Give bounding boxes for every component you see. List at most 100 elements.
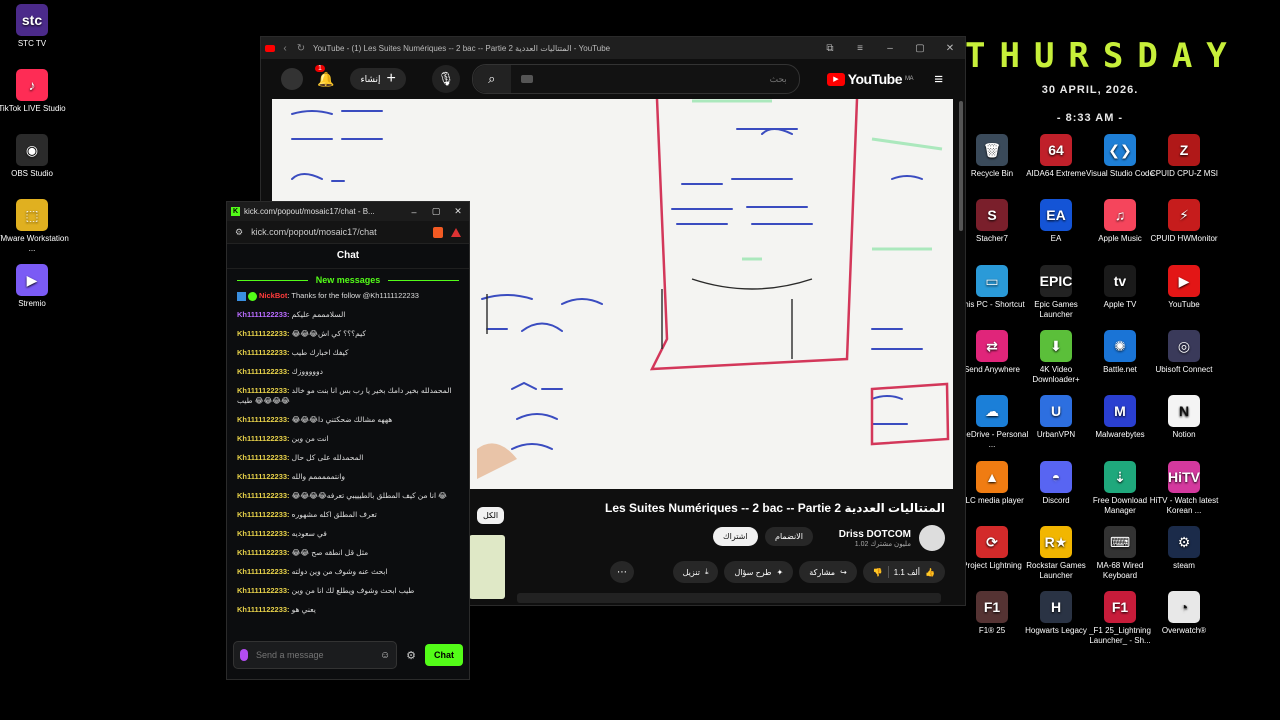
desktop-shortcut[interactable]: ✺ Battle.net	[1083, 329, 1157, 375]
related-video-thumbnail[interactable]	[469, 535, 505, 599]
desktop-shortcut[interactable]: ⇄ Send Anywhere	[955, 329, 1029, 375]
chat-username[interactable]: Kh1111122233:	[237, 586, 290, 595]
chat-username[interactable]: Kh1111122233:	[237, 329, 290, 338]
desktop-shortcut[interactable]: S Stacher7	[955, 199, 1029, 244]
chat-username[interactable]: Kh1111122233:	[237, 548, 290, 557]
desktop-shortcut[interactable]: ▲ VLC media player	[955, 460, 1029, 506]
share-icon[interactable]: ⧉	[815, 43, 845, 54]
desktop-shortcut[interactable]: EPIC Epic Games Launcher	[1019, 264, 1093, 320]
chat-username[interactable]: Kh1111122233:	[237, 348, 290, 357]
close-button[interactable]: ✕	[935, 43, 965, 54]
chat-username[interactable]: Kh1111122233:	[237, 367, 290, 376]
dislike-icon[interactable]: 👎	[873, 568, 883, 577]
search-button[interactable]: ⌕	[472, 65, 511, 93]
desktop-shortcut[interactable]: ▶ YouTube	[1147, 264, 1221, 310]
desktop-shortcut[interactable]: ☁ OneDrive - Personal ...	[955, 395, 1029, 450]
youtube-logo[interactable]: ▶ YouTube MA	[826, 71, 914, 87]
create-button[interactable]: إنشاء +	[350, 68, 406, 90]
chat-username[interactable]: Kh1111122233:	[237, 415, 290, 424]
chat-send-button[interactable]: Chat	[425, 644, 463, 666]
desktop-shortcut[interactable]: ◎ Ubisoft Connect	[1147, 329, 1221, 375]
desktop-shortcut[interactable]: ▭ This PC - Shortcut	[955, 264, 1029, 310]
chat-username[interactable]: NickBot	[259, 291, 287, 300]
brave-shield-icon[interactable]	[433, 226, 443, 238]
desktop-shortcut[interactable]: EA EA	[1019, 199, 1093, 244]
desktop-shortcut[interactable]: Z CPUID CPU-Z MSI	[1147, 134, 1221, 179]
ask-button[interactable]: طرح سؤال ✦	[724, 561, 794, 583]
maximize-button[interactable]: ▢	[905, 43, 935, 54]
account-avatar[interactable]	[281, 68, 303, 90]
desktop-shortcut[interactable]: ◉ OBS Studio	[0, 134, 69, 179]
like-icon[interactable]: 👍	[925, 568, 935, 577]
guide-menu-icon[interactable]: ≡	[934, 71, 943, 88]
back-icon[interactable]: ‹	[279, 43, 291, 54]
chat-username[interactable]: Kh1111122233:	[237, 386, 290, 395]
voice-icon[interactable]	[240, 649, 248, 661]
voice-search-mic-icon[interactable]: 🎙	[431, 65, 460, 93]
chat-username[interactable]: Kh1111122233:	[237, 529, 290, 538]
chat-url[interactable]: kick.com/popout/mosaic17/chat	[251, 227, 425, 237]
desktop-shortcut[interactable]: ⟳ Project Lightning	[955, 525, 1029, 571]
subscribe-button[interactable]: اشتراك	[713, 527, 758, 546]
desktop-shortcut[interactable]: 🗑 Recycle Bin	[955, 134, 1029, 179]
desktop-shortcut[interactable]: tv Apple TV	[1083, 264, 1157, 310]
browser-titlebar: ‹ ↻ YouTube - (1) Les Suites Numériques …	[261, 37, 965, 59]
share-button[interactable]: مشاركة ↪	[799, 561, 857, 583]
like-dislike-group: 👎 1.1 ألف 👍	[862, 561, 945, 583]
desktop-shortcut[interactable]: ◔ Overwatch®	[1147, 591, 1221, 636]
chat-username[interactable]: Kh1111122233:	[237, 453, 290, 462]
desktop-shortcut[interactable]: M Malwarebytes	[1083, 395, 1157, 440]
search-input[interactable]	[532, 73, 799, 85]
desktop-shortcut[interactable]: ❮❯ Visual Studio Code	[1083, 134, 1157, 179]
page-scrollbar[interactable]	[959, 101, 963, 231]
chat-username[interactable]: Kh1111122233:	[237, 310, 290, 319]
desktop-shortcut[interactable]: ▶ Stremio	[0, 264, 69, 309]
channel-avatar[interactable]	[919, 525, 945, 551]
desktop-shortcut[interactable]: ◓ Discord	[1019, 460, 1093, 506]
more-actions-icon[interactable]: ⋯	[610, 561, 634, 583]
desktop-shortcut[interactable]: ⚡ CPUID HWMonitor	[1147, 199, 1221, 244]
desktop-shortcut[interactable]: U UrbanVPN	[1019, 395, 1093, 440]
desktop-shortcut[interactable]: ⬇ 4K Video Downloader+	[1019, 329, 1093, 385]
chat-message-input[interactable]	[254, 649, 374, 661]
emoji-icon[interactable]: ☺	[380, 650, 390, 661]
chat-maximize-button[interactable]: ▢	[425, 206, 447, 217]
desktop-shortcut[interactable]: R★ Rockstar Games Launcher	[1019, 525, 1093, 581]
notifications-bell-icon[interactable]: 🔔 1	[315, 64, 334, 88]
chat-username[interactable]: Kh1111122233:	[237, 605, 290, 614]
desktop-shortcut[interactable]: F1 F1® 25	[955, 591, 1029, 636]
desktop-shortcut[interactable]: ⌨ MA-68 Wired Keyboard	[1083, 525, 1157, 581]
desktop-shortcut[interactable]: F1 _F1 25_Lightning Launcher_ - Sh...	[1083, 591, 1157, 646]
desktop-shortcut[interactable]: HiTV HiTV - Watch latest Korean ...	[1147, 460, 1221, 516]
desktop-shortcut[interactable]: ♫ Apple Music	[1083, 199, 1157, 244]
chat-username[interactable]: Kh1111122233:	[237, 434, 290, 443]
desktop-shortcut[interactable]: ⬚ VMware Workstation ...	[0, 199, 69, 254]
chat-username[interactable]: Kh1111122233:	[237, 491, 290, 500]
chat-username[interactable]: Kh1111122233:	[237, 567, 290, 576]
description-box[interactable]	[517, 593, 941, 603]
download-button[interactable]: تنزيل ⤓	[672, 561, 719, 583]
chat-settings-gear-icon[interactable]: ⚙	[403, 649, 419, 662]
desktop-shortcut[interactable]: ⚙ steam	[1147, 525, 1221, 571]
site-info-icon[interactable]: ⚙	[235, 227, 243, 238]
chat-close-button[interactable]: ✕	[447, 206, 469, 217]
chat-username[interactable]: Kh1111122233:	[237, 510, 290, 519]
reload-icon[interactable]: ↻	[295, 43, 307, 54]
desktop-shortcut[interactable]: stc STC TV	[0, 4, 69, 49]
minimize-button[interactable]: –	[875, 43, 905, 54]
desktop-shortcut[interactable]: N Notion	[1147, 395, 1221, 440]
chat-username[interactable]: Kh1111122233:	[237, 472, 290, 481]
channel-name[interactable]: Driss DOTCOM	[839, 529, 911, 540]
join-button[interactable]: الانضمام	[765, 527, 813, 546]
related-filter-all-chip[interactable]: الكل	[477, 507, 505, 524]
desktop-shortcut-label: Apple Music	[1098, 234, 1142, 244]
desktop-shortcut[interactable]: ♪ TikTok LIVE Studio	[0, 69, 69, 114]
chat-minimize-button[interactable]: –	[403, 207, 425, 217]
desktop-shortcut[interactable]: ⇣ Free Download Manager	[1083, 460, 1157, 516]
desktop-shortcut[interactable]: H Hogwarts Legacy	[1019, 591, 1093, 636]
keyboard-icon[interactable]	[520, 75, 533, 83]
chat-message-text: السلامممم عليكم	[291, 310, 346, 319]
brave-rewards-icon[interactable]	[451, 227, 461, 237]
desktop-shortcut[interactable]: 64 AIDA64 Extreme	[1019, 134, 1093, 179]
browser-menu-icon[interactable]: ≡	[845, 43, 875, 54]
